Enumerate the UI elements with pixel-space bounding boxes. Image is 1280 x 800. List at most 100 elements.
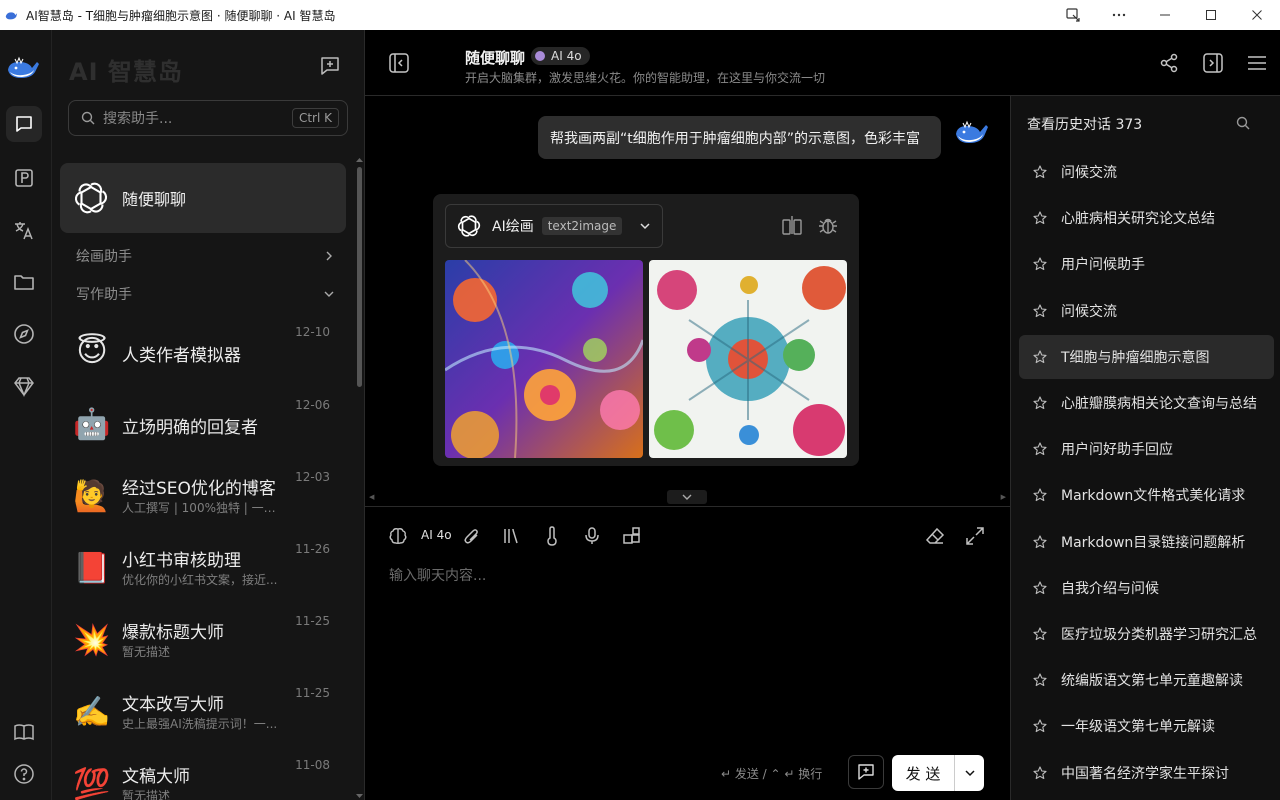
history-item-label: Markdown目录链接问题解析 <box>1061 534 1246 551</box>
assistant-item[interactable]: 🙋 经过SEO优化的博客 人工撰写 | 100%独特 | 一位... 12-03 <box>60 462 346 532</box>
user-whale-avatar-icon[interactable] <box>953 116 993 148</box>
history-item[interactable]: 统编版语文第七单元童趣解读 <box>1019 658 1274 702</box>
window-minimize-button[interactable] <box>1142 0 1188 30</box>
send-button[interactable]: 发 送 <box>892 755 984 791</box>
app-logo-icon <box>5 12 18 20</box>
assistant-item[interactable]: 💯 文稿大师 暂无描述 11-08 <box>60 750 346 800</box>
history-item[interactable]: 一年级语文第七单元解读 <box>1019 704 1274 748</box>
clear-context-button[interactable] <box>924 525 946 547</box>
nav-discover[interactable] <box>6 316 42 352</box>
group-writing[interactable]: 写作助手 <box>76 282 336 306</box>
expand-input-button[interactable] <box>964 525 986 547</box>
generated-image-2[interactable] <box>649 260 847 458</box>
group-drawing[interactable]: 绘画助手 <box>76 244 336 268</box>
history-item[interactable]: 心脏病相关研究论文总结 <box>1019 196 1274 240</box>
chat-header: 随便聊聊 AI 4o 开启大脑集群，激发思维火花。你的智能助理，在这里与你交流一… <box>365 30 1280 96</box>
debug-bug-icon[interactable] <box>817 214 839 236</box>
assistant-item-selected[interactable]: 随便聊聊 <box>60 163 346 233</box>
history-item[interactable]: Markdown目录链接问题解析 <box>1019 520 1274 564</box>
assistant-name: 经过SEO优化的博客 <box>122 479 276 499</box>
window-close-button[interactable] <box>1234 0 1280 30</box>
chevron-down-icon <box>964 770 975 777</box>
history-item[interactable]: T细胞与肿瘤细胞示意图 <box>1019 334 1274 379</box>
assistant-item[interactable]: 📕 小红书审核助理 优化你的小红书文案，接近... 11-26 <box>60 534 346 604</box>
star-icon[interactable] <box>1033 627 1047 641</box>
nav-translate[interactable] <box>6 212 42 248</box>
star-icon[interactable] <box>1033 396 1047 410</box>
window-more-button[interactable] <box>1096 0 1142 30</box>
history-item[interactable]: 自我介绍与问候 <box>1019 566 1274 610</box>
assistant-panel: AI 智慧岛 搜索助手... Ctrl K 随便聊聊 绘画助手 写作助手 😇 人… <box>52 30 365 800</box>
screen-cast-icon <box>1066 8 1080 22</box>
assistant-item[interactable]: 🤖 立场明确的回复者 12-06 <box>60 390 346 460</box>
star-icon[interactable] <box>1033 304 1047 318</box>
plugin-selector[interactable]: AI绘画 text2image <box>445 204 663 248</box>
history-item[interactable]: 心脏瓣膜病相关论文查询与总结 <box>1019 381 1274 425</box>
window-maximize-button[interactable] <box>1188 0 1234 30</box>
nav-files[interactable] <box>6 264 42 300</box>
temperature-button[interactable] <box>541 525 563 547</box>
plugin-name: AI绘画 <box>492 219 534 235</box>
history-item-label: 一年级语文第七单元解读 <box>1061 719 1215 736</box>
insert-button[interactable] <box>848 755 884 789</box>
panel-scrollbar[interactable] <box>356 157 363 800</box>
scrollbar-thumb[interactable] <box>357 167 362 387</box>
compass-icon <box>14 324 34 344</box>
menu-button[interactable] <box>1243 49 1271 77</box>
star-icon[interactable] <box>1033 442 1047 456</box>
send-label: 发 送 <box>905 764 941 783</box>
send-options-button[interactable] <box>954 755 984 791</box>
star-icon[interactable] <box>1033 257 1047 271</box>
translate-icon <box>15 222 33 240</box>
history-item[interactable]: 中国著名经济学家生平探讨 <box>1019 751 1274 795</box>
history-item[interactable]: 医疗垃圾分类机器学习研究汇总 <box>1019 612 1274 656</box>
star-icon[interactable] <box>1033 350 1047 364</box>
search-icon[interactable] <box>1236 116 1250 130</box>
toggle-right-panel-button[interactable] <box>1199 49 1227 77</box>
knowledge-base-button[interactable] <box>501 525 523 547</box>
history-panel: 查看历史对话 373 问候交流 心脏病相关研究论文总结 用户问候助手 问候交流 T细胞与… <box>1010 96 1280 800</box>
nav-prompts[interactable] <box>6 160 42 196</box>
app-avatar[interactable] <box>4 50 44 86</box>
model-badge[interactable]: AI 4o <box>531 47 590 65</box>
assistant-desc: 人工撰写 | 100%独特 | 一位... <box>122 501 287 515</box>
history-item[interactable]: Markdown文件格式美化请求 <box>1019 473 1274 517</box>
search-shortcut: Ctrl K <box>291 108 339 128</box>
star-icon[interactable] <box>1033 581 1047 595</box>
star-icon[interactable] <box>1033 766 1047 780</box>
collapse-input-button[interactable] <box>667 490 707 504</box>
attach-button[interactable] <box>461 525 483 547</box>
voice-input-button[interactable] <box>581 525 603 547</box>
star-icon[interactable] <box>1033 488 1047 502</box>
share-button[interactable] <box>1155 49 1183 77</box>
menu-icon <box>1248 56 1266 70</box>
nav-help[interactable] <box>6 756 42 792</box>
collision-emoji-icon: 💥 <box>73 622 111 658</box>
star-icon[interactable] <box>1033 535 1047 549</box>
star-icon[interactable] <box>1033 719 1047 733</box>
assistant-item[interactable]: ✍️ 文本改写大师 史上最强AI洗稿提示词！一... 11-25 <box>60 678 346 748</box>
assistant-name: 文本改写大师 <box>122 695 224 715</box>
nav-premium[interactable] <box>6 368 42 404</box>
assistant-search[interactable]: 搜索助手... Ctrl K <box>68 100 348 136</box>
new-topic-button[interactable] <box>316 52 344 80</box>
generated-image-1[interactable] <box>445 260 643 458</box>
window-extra-button[interactable] <box>1050 0 1096 30</box>
toggle-left-panel-button[interactable] <box>385 49 413 77</box>
panel-right-icon <box>1203 53 1223 73</box>
compare-icon[interactable] <box>781 214 803 236</box>
chat-input[interactable]: 输入聊天内容... <box>389 565 486 585</box>
history-item[interactable]: 问候交流 <box>1019 150 1274 194</box>
model-switch-button[interactable] <box>387 525 409 547</box>
history-item[interactable]: 问候交流 <box>1019 289 1274 333</box>
history-item[interactable]: 用户问候助手 <box>1019 242 1274 286</box>
star-icon[interactable] <box>1033 673 1047 687</box>
history-item[interactable]: 用户问好助手回应 <box>1019 427 1274 471</box>
nav-chat[interactable] <box>6 106 42 142</box>
star-icon[interactable] <box>1033 211 1047 225</box>
nav-docs[interactable] <box>6 714 42 750</box>
star-icon[interactable] <box>1033 165 1047 179</box>
plugins-button[interactable] <box>621 525 643 547</box>
assistant-item[interactable]: 💥 爆款标题大师 暂无描述 11-25 <box>60 606 346 676</box>
assistant-item[interactable]: 😇 人类作者模拟器 12-10 <box>60 317 346 387</box>
